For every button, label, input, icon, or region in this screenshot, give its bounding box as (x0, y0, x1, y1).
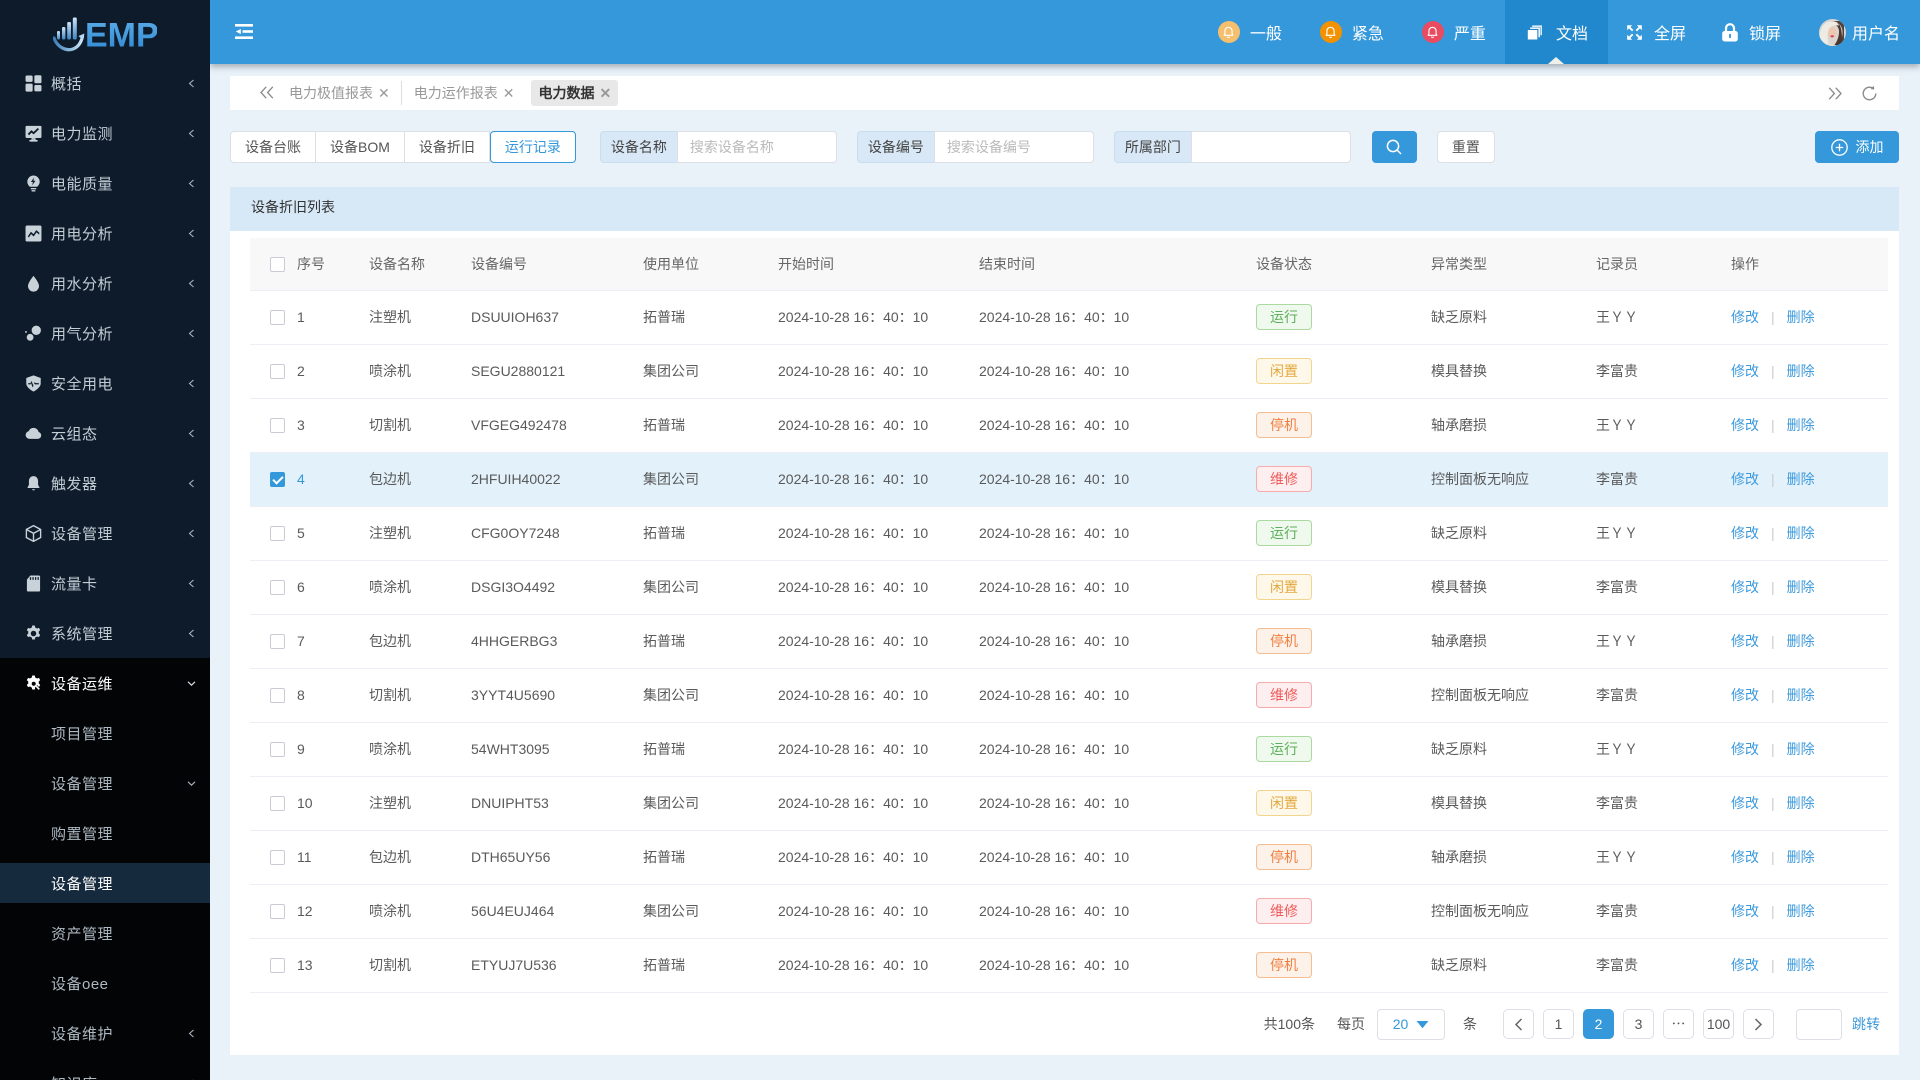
svg-text:EMP: EMP (85, 17, 157, 55)
